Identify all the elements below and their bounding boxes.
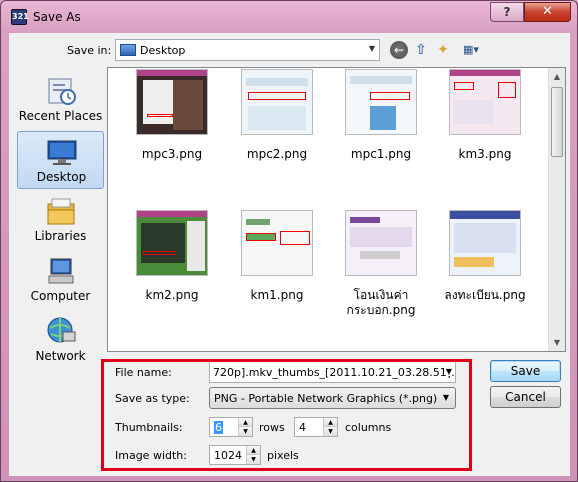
file-name: โอนเงินค่า กระบอก.png (346, 288, 416, 317)
file-thumbnail (449, 210, 521, 276)
file-name: mpc3.png (141, 147, 203, 161)
close-button[interactable]: ✕ (524, 2, 571, 22)
save-in-value: Desktop (140, 44, 186, 57)
up-folder-icon[interactable]: ⇧ (412, 41, 430, 59)
views-menu-icon[interactable]: ▦▾ (458, 41, 484, 59)
place-network[interactable]: Network (17, 311, 104, 369)
dialog-body: Save in: Desktop ▼ ← ⇧ ✦ ▦▾ Recent Place… (9, 33, 570, 476)
file-item[interactable]: km3.png (435, 69, 535, 219)
file-item[interactable]: km2.png (122, 210, 222, 360)
place-label: Desktop (36, 170, 87, 184)
save-as-dialog: 321 Save As ? ✕ Save in: Desktop ▼ ← ⇧ ✦… (0, 0, 578, 482)
title-bar[interactable]: 321 Save As ? ✕ (1, 1, 577, 33)
place-recent-places[interactable]: Recent Places (17, 71, 104, 129)
file-name: mpc2.png (246, 147, 308, 161)
highlight-box (101, 359, 472, 471)
new-folder-icon[interactable]: ✦ (434, 41, 452, 59)
cancel-button[interactable]: Cancel (490, 386, 561, 408)
save-in-combo[interactable]: Desktop ▼ (115, 39, 380, 61)
file-item[interactable]: โอนเงินค่า กระบอก.png (331, 210, 431, 360)
place-desktop[interactable]: Desktop (17, 131, 104, 189)
back-arrow-icon[interactable]: ← (390, 41, 408, 59)
window-title: Save As (33, 10, 81, 24)
file-list[interactable]: mpc3.png mpc2.png mpc1.png km3.png km2.p… (107, 67, 566, 352)
file-thumbnail (345, 210, 417, 276)
file-thumbnail (136, 210, 208, 276)
file-name: km3.png (458, 147, 512, 161)
file-name: ลงทะเบียน.png (444, 288, 526, 302)
place-label: Network (35, 349, 86, 363)
computer-icon (48, 258, 74, 284)
file-thumbnail (345, 69, 417, 135)
network-icon (47, 317, 76, 343)
libraries-icon (47, 198, 75, 225)
app-icon: 321 (11, 9, 29, 25)
file-name: mpc1.png (350, 147, 412, 161)
file-item[interactable]: km1.png (227, 210, 327, 360)
scroll-up-icon[interactable]: ▲ (549, 68, 565, 85)
place-label: Libraries (34, 229, 87, 243)
recent-places-icon (48, 78, 76, 105)
places-bar: Recent Places Desktop Libraries Computer… (15, 67, 106, 461)
place-libraries[interactable]: Libraries (17, 191, 104, 249)
help-button[interactable]: ? (490, 2, 524, 22)
file-item[interactable]: mpc1.png (331, 69, 431, 219)
place-label: Recent Places (18, 109, 103, 123)
file-name: km1.png (250, 288, 304, 302)
scroll-down-icon[interactable]: ▼ (549, 334, 565, 351)
file-item[interactable]: mpc3.png (122, 69, 222, 219)
vertical-scrollbar[interactable]: ▲ ▼ (548, 68, 565, 351)
desktop-icon (47, 140, 77, 165)
file-name: km2.png (145, 288, 199, 302)
file-thumbnail (136, 69, 208, 135)
save-button[interactable]: Save (490, 360, 561, 382)
place-computer[interactable]: Computer (17, 251, 104, 309)
file-thumbnail (241, 210, 313, 276)
desktop-folder-icon (120, 44, 136, 56)
file-thumbnail (449, 69, 521, 135)
save-in-label: Save in: (67, 44, 112, 57)
place-label: Computer (30, 289, 91, 303)
file-item[interactable]: ลงทะเบียน.png (435, 210, 535, 360)
chevron-down-icon: ▼ (368, 44, 375, 53)
file-item[interactable]: mpc2.png (227, 69, 327, 219)
file-thumbnail (241, 69, 313, 135)
scroll-thumb[interactable] (551, 87, 563, 157)
